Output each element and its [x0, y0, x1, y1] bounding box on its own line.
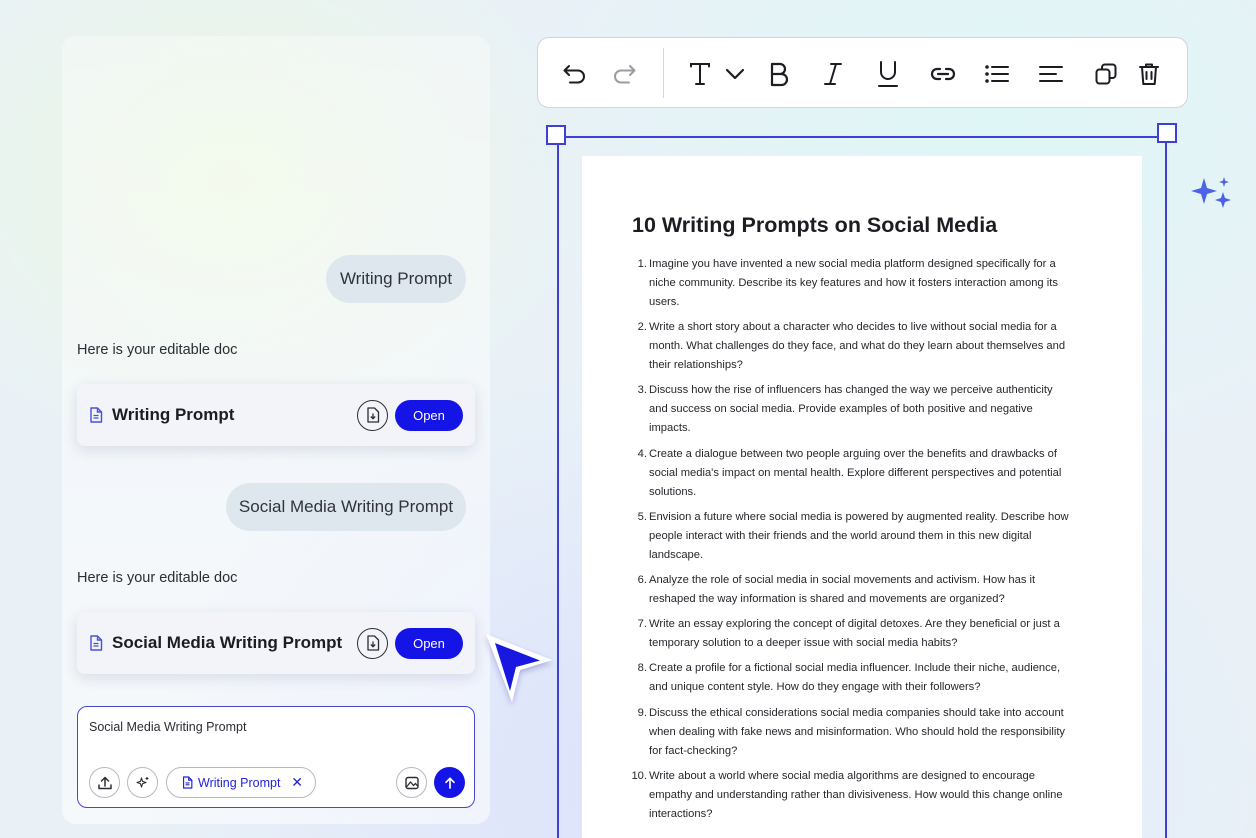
align-left-icon: [1039, 66, 1063, 82]
text-style-button[interactable]: [685, 59, 715, 89]
list-item-number: 4.: [637, 447, 647, 460]
document-title[interactable]: 10 Writing Prompts on Social Media: [632, 213, 997, 238]
list-item-number: 9.: [637, 706, 647, 719]
list-item-text: Create a dialogue between two people arg…: [649, 447, 1062, 498]
list-item-text: Discuss how the rise of influencers has …: [649, 384, 1053, 435]
underline-icon: [878, 61, 898, 87]
list-item-number: 7.: [637, 618, 647, 631]
text-style-icon: [690, 63, 710, 85]
trash-icon: [1139, 63, 1159, 85]
delete-button[interactable]: [1134, 59, 1164, 89]
chat-panel: Writing Prompt Here is your editable doc…: [62, 36, 490, 824]
italic-icon: [824, 63, 842, 85]
user-message-bubble: Writing Prompt: [326, 255, 466, 303]
send-button[interactable]: [434, 767, 465, 798]
download-file-icon: [366, 635, 379, 651]
link-icon: [930, 67, 956, 81]
list-item-text: Write about a world where social media a…: [649, 769, 1063, 820]
text-style-dropdown[interactable]: [720, 59, 750, 89]
image-gallery-icon: [404, 776, 419, 789]
doc-card[interactable]: Writing Prompt Open: [77, 384, 475, 446]
undo-icon: [563, 65, 585, 84]
doc-card[interactable]: Social Media Writing Prompt Open: [77, 612, 475, 674]
bold-icon: [770, 62, 789, 87]
bullet-list-button[interactable]: [982, 59, 1012, 89]
list-item-text: Write a short story about a character wh…: [649, 321, 1066, 372]
duplicate-icon: [1095, 63, 1117, 85]
list-item[interactable]: 5. Envision a future where social media i…: [631, 508, 1071, 565]
italic-button[interactable]: [818, 59, 848, 89]
list-item-text: Imagine you have invented a new social m…: [649, 258, 1058, 308]
list-item-text: Analyze the role of social media in soci…: [649, 573, 1036, 605]
list-item[interactable]: 10. Write about a world where social medi…: [631, 767, 1071, 824]
ai-sparkle-button[interactable]: [127, 767, 158, 798]
upload-button[interactable]: [89, 767, 120, 798]
sparkles-icon: [1191, 177, 1231, 208]
sparkle-icon: [135, 776, 148, 788]
list-item[interactable]: 8. Create a profile for a fictional socia…: [631, 659, 1071, 697]
list-item-number: 2.: [637, 321, 647, 334]
underline-button[interactable]: [873, 59, 903, 89]
user-message-text: Writing Prompt: [339, 269, 453, 288]
redo-icon: [614, 65, 636, 84]
download-button[interactable]: [357, 399, 388, 431]
resize-handle-top-left[interactable]: [546, 125, 566, 145]
list-item[interactable]: 3. Discuss how the rise of influencers ha…: [631, 381, 1071, 438]
assistant-reply-text: Here is your editable doc: [77, 570, 238, 586]
list-item[interactable]: 4. Create a dialogue between two people a…: [631, 445, 1071, 502]
upload-icon: [97, 776, 112, 789]
chat-input-text[interactable]: Social Media Writing Prompt: [89, 720, 246, 734]
align-button[interactable]: [1036, 59, 1066, 89]
document-icon: [90, 635, 103, 651]
list-item-text: Create a profile for a fictional social …: [649, 662, 1061, 694]
download-button[interactable]: [357, 627, 388, 659]
toolbar-divider: [663, 48, 664, 98]
bold-button[interactable]: [764, 59, 794, 89]
redo-button[interactable]: [609, 59, 639, 89]
document-icon: [182, 776, 193, 789]
list-item-number: 10.: [631, 769, 647, 782]
user-message-bubble: Social Media Writing Prompt: [226, 483, 466, 531]
duplicate-button[interactable]: [1091, 59, 1121, 89]
list-item-number: 8.: [637, 662, 647, 675]
prompt-list: 1. Imagine you have invented a new social…: [631, 255, 1071, 830]
pointer-cursor-icon: [486, 634, 552, 702]
assistant-reply-text: Here is your editable doc: [77, 342, 238, 358]
list-item[interactable]: 2. Write a short story about a character …: [631, 318, 1071, 375]
chip-label: Writing Prompt: [198, 775, 281, 790]
chevron-down-icon: [725, 68, 745, 80]
arrow-up-icon: [444, 776, 455, 789]
bullet-list-icon: [985, 65, 1009, 83]
list-item[interactable]: 6. Analyze the role of social media in so…: [631, 571, 1071, 609]
undo-button[interactable]: [560, 59, 590, 89]
list-item-number: 5.: [637, 510, 647, 523]
gallery-button[interactable]: [396, 767, 427, 798]
open-button[interactable]: Open: [395, 627, 463, 659]
open-button[interactable]: Open: [395, 399, 463, 431]
link-button[interactable]: [928, 59, 958, 89]
list-item-text: Discuss the ethical considerations socia…: [649, 706, 1066, 757]
list-item-text: Write an essay exploring the concept of …: [649, 618, 1060, 650]
list-item[interactable]: 1. Imagine you have invented a new social…: [631, 255, 1071, 312]
list-item-number: 6.: [637, 573, 647, 586]
formatting-toolbar: [537, 37, 1188, 108]
list-item-text: Envision a future where social media is …: [649, 510, 1069, 561]
document-icon: [90, 407, 103, 423]
list-item[interactable]: 9. Discuss the ethical considerations soc…: [631, 704, 1071, 761]
attached-doc-chip[interactable]: Writing Prompt ✕: [166, 767, 316, 798]
editable-document[interactable]: 10 Writing Prompts on Social Media 1. Ima…: [582, 156, 1142, 838]
download-file-icon: [366, 407, 379, 423]
user-message-text: Social Media Writing Prompt: [238, 497, 454, 516]
list-item-number: 3.: [637, 384, 647, 397]
chat-input-box[interactable]: Social Media Writing Prompt Writing Prom…: [77, 706, 475, 808]
doc-card-title: Writing Prompt: [112, 405, 235, 424]
close-icon[interactable]: ✕: [291, 774, 303, 791]
resize-handle-top-right[interactable]: [1157, 123, 1177, 143]
list-item-number: 1.: [637, 258, 647, 270]
list-item[interactable]: 7. Write an essay exploring the concept o…: [631, 615, 1071, 653]
doc-card-title: Social Media Writing Prompt: [112, 633, 343, 652]
